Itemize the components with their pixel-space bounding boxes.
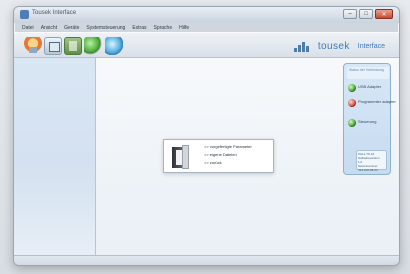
error-status-icon xyxy=(348,99,356,107)
status-control-unit: Steuerung xyxy=(348,119,376,127)
brand-subtitle: Interface xyxy=(357,43,385,50)
brand-logo: tousek Interface xyxy=(293,41,385,52)
toolbar: tousek Interface xyxy=(14,32,399,58)
menu-help[interactable]: Hilfe xyxy=(179,25,189,31)
status-panel-title: Status der Verbindung xyxy=(347,67,389,79)
settings-icon[interactable] xyxy=(64,37,82,55)
window-controls: – □ ✕ xyxy=(343,9,393,19)
window-title: Tousek Interface xyxy=(32,10,77,16)
menu-language[interactable]: Sprache xyxy=(153,25,172,31)
menu-devices[interactable]: Geräte xyxy=(64,25,79,31)
preset-parameters-link[interactable]: >> vorgefertigte Parameter xyxy=(204,144,272,149)
detail-line: 434-200-98-04 xyxy=(358,168,378,172)
status-programming-adapter: Programmier adapter xyxy=(348,99,396,107)
app-window: Tousek Interface – □ ✕ Datei Ansicht Ger… xyxy=(13,6,400,266)
status-label: Steuerung xyxy=(358,119,377,124)
back-link[interactable]: >> zurück xyxy=(204,160,272,165)
menu-extras[interactable]: Extras xyxy=(132,25,146,31)
menu-system-control[interactable]: Systemsteuerung xyxy=(86,25,125,31)
sync-icon[interactable] xyxy=(105,37,123,55)
menu-view[interactable]: Ansicht xyxy=(41,25,57,31)
status-usb-adapter: USB Adapter xyxy=(348,84,381,92)
brand-name: tousek xyxy=(317,41,350,52)
door-icon xyxy=(171,145,190,169)
control-unit-details: PULL TS 10 Softwareversion 1.0 Seriennum… xyxy=(356,150,387,172)
sidebar xyxy=(14,58,96,255)
own-files-link[interactable]: >> eigene Dateien xyxy=(204,152,272,157)
app-icon xyxy=(20,10,29,19)
status-panel: Status der Verbindung USB Adapter Progra… xyxy=(343,63,396,175)
start-dialog: >> vorgefertigte Parameter >> eigene Dat… xyxy=(163,139,274,173)
maximize-button[interactable]: □ xyxy=(359,9,373,19)
dialog-options: >> vorgefertigte Parameter >> eigene Dat… xyxy=(204,144,272,165)
status-bar xyxy=(14,255,399,265)
menu-bar: Datei Ansicht Geräte Systemsteuerung Ext… xyxy=(14,23,399,32)
ok-status-icon xyxy=(348,119,356,127)
ok-status-icon xyxy=(348,84,356,92)
status-label: USB Adapter xyxy=(358,84,382,89)
home-icon[interactable] xyxy=(24,37,42,55)
close-button[interactable]: ✕ xyxy=(375,9,393,19)
status-label: Programmier adapter xyxy=(358,99,396,104)
device-icon[interactable] xyxy=(44,37,62,55)
minimize-button[interactable]: – xyxy=(343,9,357,19)
brand-mark-icon xyxy=(293,41,312,52)
globe-icon[interactable] xyxy=(84,37,102,55)
title-bar: Tousek Interface – □ ✕ xyxy=(14,7,399,23)
menu-file[interactable]: Datei xyxy=(22,25,34,31)
